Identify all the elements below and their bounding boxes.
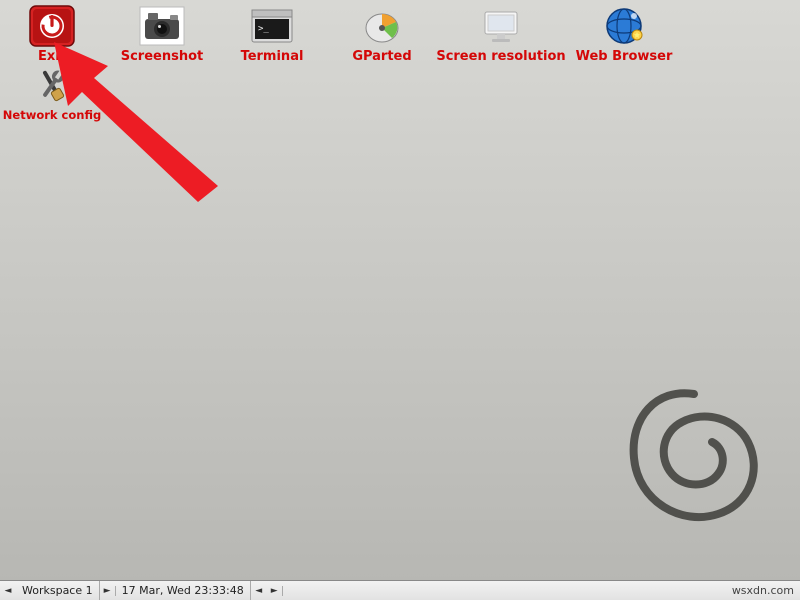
monitor-icon — [477, 5, 525, 47]
terminal-label: Terminal — [241, 49, 304, 64]
power-icon — [28, 5, 76, 47]
gparted-label: GParted — [352, 49, 411, 64]
watermark: wsxdn.com — [732, 584, 794, 597]
workspace-switcher[interactable]: Workspace 1 — [16, 581, 100, 600]
screen-resolution-label: Screen resolution — [436, 49, 565, 64]
terminal-window-icon: >_ — [248, 5, 296, 47]
gparted-icon[interactable]: GParted — [336, 5, 428, 64]
camera-icon — [138, 5, 186, 47]
workspace-label: Workspace 1 — [22, 584, 93, 597]
workspace-next-button[interactable]: ► — [100, 586, 116, 596]
clock-text: 17 Mar, Wed 23:33:48 — [122, 584, 244, 597]
taskbar: ◄ Workspace 1 ► 17 Mar, Wed 23:33:48 ◄ ► — [0, 580, 800, 600]
screen-resolution-icon[interactable]: Screen resolution — [446, 5, 556, 64]
globe-icon — [600, 5, 648, 47]
network-config-label: Network config — [3, 108, 101, 122]
desktop-icon-row-1: Exit Screenshot — [0, 0, 800, 64]
terminal-icon[interactable]: >_ Terminal — [226, 5, 318, 64]
taskbar-clock[interactable]: 17 Mar, Wed 23:33:48 — [116, 581, 251, 600]
exit-icon[interactable]: Exit — [6, 5, 98, 64]
tools-icon — [28, 64, 76, 106]
screenshot-icon[interactable]: Screenshot — [116, 5, 208, 64]
disk-partition-icon — [358, 5, 406, 47]
workspace-prev-button[interactable]: ◄ — [0, 586, 16, 596]
web-browser-icon[interactable]: Web Browser — [574, 5, 674, 64]
desktop-icon-row-2: Network config — [0, 64, 800, 122]
screenshot-label: Screenshot — [121, 49, 204, 64]
debian-swirl-logo — [616, 366, 766, 536]
svg-text:>_: >_ — [258, 24, 269, 34]
web-browser-label: Web Browser — [576, 49, 673, 64]
pager-prev-button[interactable]: ◄ — [251, 586, 267, 596]
desktop[interactable]: Exit Screenshot — [0, 0, 800, 580]
pager-next-button[interactable]: ► — [267, 586, 283, 596]
exit-label: Exit — [38, 49, 66, 64]
network-config-icon[interactable]: Network config — [6, 64, 98, 122]
